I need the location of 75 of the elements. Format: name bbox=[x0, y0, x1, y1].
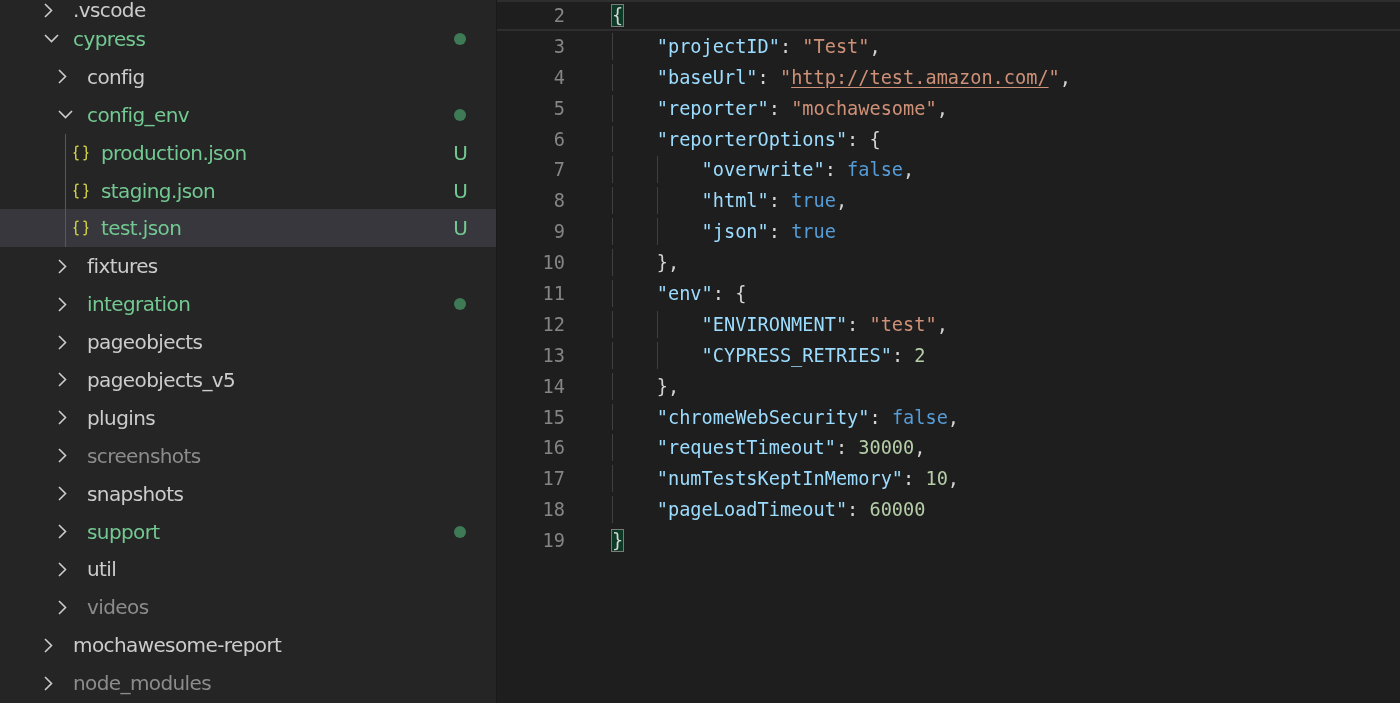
file-name: fixtures bbox=[87, 254, 159, 279]
tree-item[interactable]: mochawesome-report bbox=[0, 626, 496, 665]
line-number: 18 bbox=[541, 499, 565, 521]
line-number: 19 bbox=[541, 530, 565, 552]
code-line: "overwrite": false, bbox=[612, 156, 915, 184]
line-number: 7 bbox=[552, 159, 565, 181]
file-name: cypress bbox=[73, 26, 147, 51]
line-number: 2 bbox=[552, 4, 565, 26]
tree-item[interactable]: fixtures bbox=[0, 247, 496, 286]
code-line: }, bbox=[612, 372, 680, 400]
file-name: screenshots bbox=[87, 443, 202, 468]
line-number: 9 bbox=[552, 221, 565, 243]
line-number: 8 bbox=[552, 190, 565, 212]
file-name: config bbox=[87, 64, 146, 89]
code-line: "html": true, bbox=[612, 187, 848, 215]
code-line: "reporter": "mochawesome", bbox=[612, 94, 948, 122]
file-name: integration bbox=[87, 292, 192, 317]
file-name: util bbox=[87, 557, 118, 582]
file-name: pageobjects bbox=[87, 330, 204, 355]
git-status-label: U bbox=[453, 178, 468, 203]
code-line: "projectID": "Test", bbox=[612, 32, 881, 60]
file-name: videos bbox=[87, 595, 150, 620]
file-name: test.json bbox=[101, 216, 183, 241]
tree-item[interactable]: config bbox=[0, 57, 496, 96]
file-name: staging.json bbox=[101, 178, 217, 203]
tree-item[interactable]: config_env bbox=[0, 95, 496, 134]
tree-item[interactable]: cypress bbox=[0, 20, 496, 58]
line-number: 4 bbox=[552, 66, 565, 88]
tree-item[interactable]: .vscode bbox=[0, 0, 496, 20]
tree-item[interactable]: snapshots bbox=[0, 474, 496, 513]
tree-item[interactable]: integration bbox=[0, 285, 496, 324]
file-name: config_env bbox=[87, 102, 191, 127]
line-number: 12 bbox=[541, 313, 565, 335]
file-name: node_modules bbox=[73, 671, 213, 696]
code-line: "numTestsKeptInMemory": 10, bbox=[612, 465, 960, 493]
code-line: "ENVIRONMENT": "test", bbox=[612, 310, 948, 338]
tree-item[interactable]: pageobjects bbox=[0, 323, 496, 361]
line-number: 13 bbox=[541, 344, 565, 366]
line-number: 11 bbox=[541, 282, 565, 304]
code-line: "chromeWebSecurity": false, bbox=[612, 403, 960, 431]
file-name: mochawesome-report bbox=[73, 633, 283, 658]
tree-item[interactable]: pageobjects_v5 bbox=[0, 361, 496, 399]
file-name: plugins bbox=[87, 405, 157, 430]
tree-item[interactable]: support bbox=[0, 512, 496, 551]
tree-item[interactable]: videos bbox=[0, 588, 496, 627]
file-name: support bbox=[87, 519, 161, 544]
tree-item[interactable]: production.json U bbox=[0, 133, 496, 172]
file-name: snapshots bbox=[87, 481, 185, 506]
line-number: 17 bbox=[541, 468, 565, 490]
tree-item[interactable]: plugins bbox=[0, 398, 496, 437]
code-line: "CYPRESS_RETRIES": 2 bbox=[612, 341, 926, 369]
line-number: 14 bbox=[541, 375, 565, 397]
code-line: }, bbox=[612, 249, 680, 276]
code-line: "env": { bbox=[612, 280, 747, 307]
tree-item[interactable]: staging.json U bbox=[0, 171, 496, 210]
line-number: 10 bbox=[541, 252, 565, 274]
code-line: "baseUrl": "http://test.amazon.com/", bbox=[612, 63, 1071, 91]
tree-item[interactable]: test.json U bbox=[0, 209, 496, 248]
tree-item[interactable]: util bbox=[0, 550, 496, 589]
code-line: "json": true bbox=[612, 218, 836, 246]
code-line: "requestTimeout": 30000, bbox=[612, 434, 926, 462]
file-name: .vscode bbox=[73, 0, 147, 22]
git-status-label: U bbox=[453, 216, 468, 241]
code-line: "pageLoadTimeout": 60000 bbox=[612, 496, 926, 524]
line-number: 6 bbox=[552, 128, 565, 150]
line-number: 5 bbox=[552, 97, 565, 119]
line-number: 16 bbox=[541, 437, 565, 459]
line-number: 15 bbox=[541, 406, 565, 428]
tree-item[interactable]: screenshots bbox=[0, 436, 496, 475]
file-name: pageobjects_v5 bbox=[87, 367, 237, 392]
file-name: production.json bbox=[101, 140, 248, 165]
line-number: 3 bbox=[552, 35, 565, 57]
tree-item[interactable]: node_modules bbox=[0, 664, 496, 703]
code-line: "reporterOptions": { bbox=[612, 125, 881, 153]
git-status-label: U bbox=[453, 140, 468, 165]
